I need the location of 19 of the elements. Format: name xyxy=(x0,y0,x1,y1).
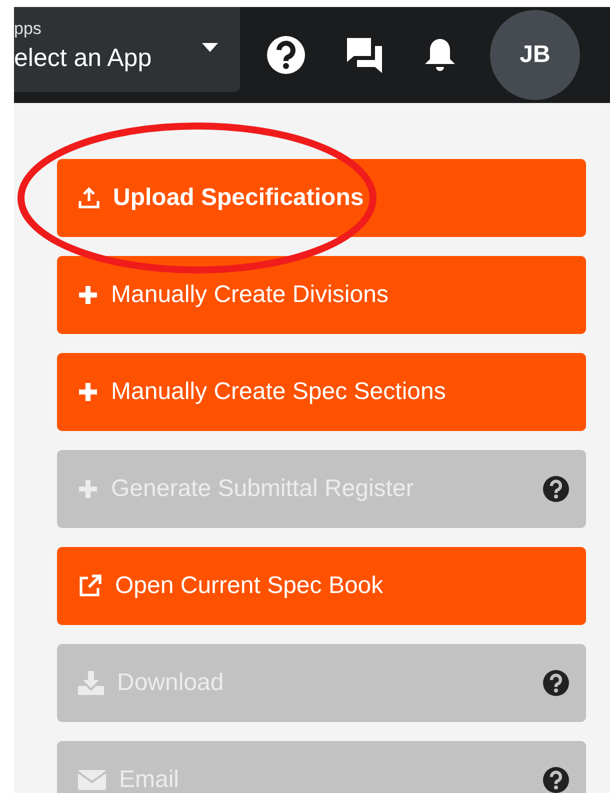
chat-icon[interactable] xyxy=(346,37,384,73)
action-button[interactable]: Open Current Spec Book xyxy=(57,547,586,625)
plus-icon xyxy=(77,284,99,306)
bell-icon[interactable] xyxy=(424,37,456,73)
envelope-icon xyxy=(77,768,107,792)
action-button[interactable]: Manually Create Divisions xyxy=(57,256,586,334)
caret-icon xyxy=(202,43,218,52)
download-icon xyxy=(77,670,105,696)
upload-icon xyxy=(77,186,101,210)
app-select[interactable]: pps elect an App xyxy=(14,7,240,92)
app-select-label: pps xyxy=(14,18,42,38)
action-button[interactable]: Upload Specifications xyxy=(57,159,586,237)
app-select-value: elect an App xyxy=(14,42,152,72)
plus-icon xyxy=(77,381,99,403)
action-button[interactable]: Manually Create Spec Sections xyxy=(57,353,586,431)
help-icon[interactable] xyxy=(266,35,306,75)
user-avatar[interactable]: JB xyxy=(490,10,580,100)
external-link-icon xyxy=(77,573,103,599)
plus-icon xyxy=(77,478,99,500)
